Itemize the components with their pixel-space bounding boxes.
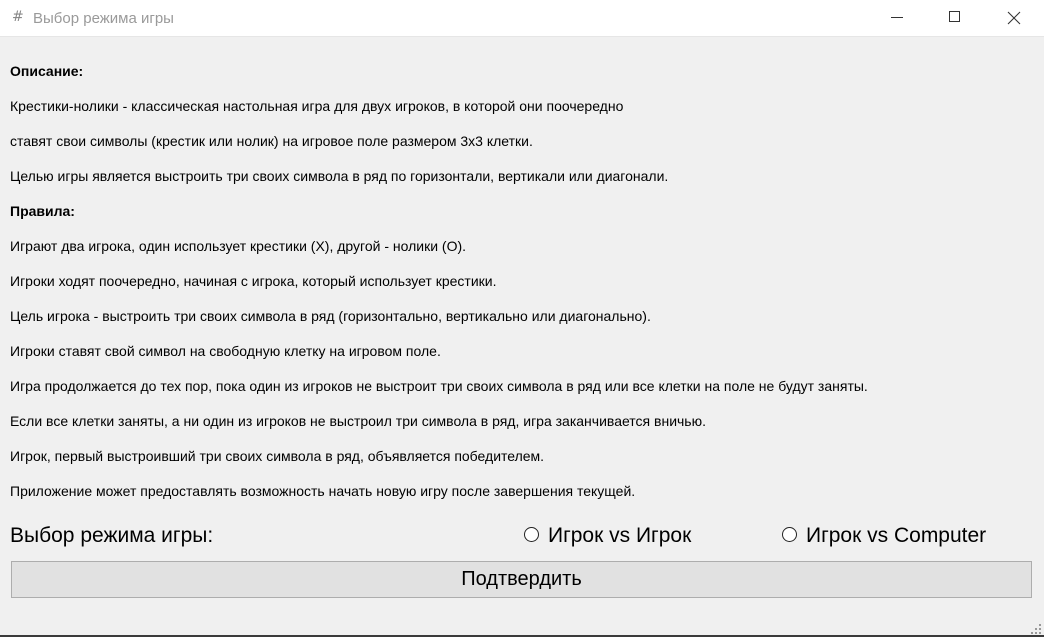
description-line: Целью игры является выстроить три своих … [10, 168, 669, 184]
radio-player-vs-player[interactable]: Игрок vs Игрок [524, 524, 691, 548]
mode-label: Выбор режима игры: [10, 524, 214, 547]
rule-line: Игроки ходят поочередно, начиная с игрок… [10, 273, 497, 289]
rule-line: Игрок, первый выстроивший три своих симв… [10, 448, 545, 464]
close-icon [1007, 11, 1021, 25]
minimize-icon [891, 17, 903, 18]
window-title: Выбор режима игры [33, 10, 174, 27]
description-heading: Описание: [10, 63, 84, 79]
rule-line: Если все клетки заняты, а ни один из игр… [10, 413, 706, 429]
description-line: ставят свои символы (крестик или нолик) … [10, 133, 533, 149]
rule-line: Цель игрока - выстроить три своих символ… [10, 308, 651, 324]
close-button[interactable] [985, 0, 1043, 36]
radio-player-vs-computer[interactable]: Игрок vs Computer [782, 524, 986, 548]
minimize-button[interactable] [868, 0, 926, 36]
rule-line: Игра продолжается до тех пор, пока один … [10, 378, 868, 394]
title-bar: # Выбор режима игры [0, 0, 1044, 37]
rule-line: Играют два игрока, один использует крест… [10, 238, 467, 254]
rules-heading: Правила: [10, 203, 75, 219]
confirm-button[interactable]: Подтвердить [11, 561, 1032, 598]
description-line: Крестики-нолики - классическая настольна… [10, 98, 624, 114]
radio-label[interactable]: Игрок vs Computer [806, 524, 986, 548]
rule-line: Приложение может предоставлять возможнос… [10, 483, 636, 499]
rule-line: Игроки ставят свой символ на свободную к… [10, 343, 441, 359]
resize-grip-icon[interactable] [1031, 624, 1041, 634]
radio-button-circle[interactable] [524, 526, 539, 542]
radio-label[interactable]: Игрок vs Игрок [548, 524, 691, 548]
maximize-button[interactable] [926, 0, 984, 36]
hash-icon: # [12, 9, 24, 25]
maximize-icon [949, 11, 960, 22]
radio-button-circle[interactable] [782, 526, 797, 542]
